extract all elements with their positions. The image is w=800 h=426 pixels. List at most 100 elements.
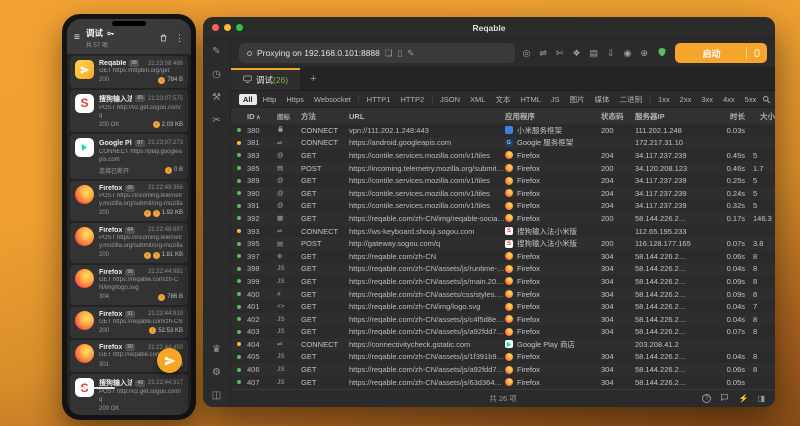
cell-size: 8 (753, 289, 758, 299)
certificate-icon[interactable] (657, 47, 667, 59)
copy-icon[interactable]: ❏ (385, 48, 393, 59)
filter-html[interactable]: HTML (516, 94, 544, 105)
filter-文本[interactable]: 文本 (491, 93, 514, 106)
kebab-menu-icon[interactable]: ⋮ (175, 33, 184, 44)
table-row[interactable]: 395 ▤ POST http://gateway.sogou.com/q S 搜狗输入法… (231, 237, 775, 250)
filter-json[interactable]: JSON (436, 94, 464, 105)
column-header-method[interactable]: 方法 (301, 111, 349, 122)
list-item[interactable]: Reqable 98 21:23:08:486 GET https://httpbin… (70, 56, 188, 88)
column-header-dur[interactable]: 时长 (709, 111, 749, 122)
device-icon[interactable] (747, 48, 767, 58)
cell-status: 204 (601, 188, 614, 198)
debug-icon[interactable]: ✎ (212, 47, 220, 57)
filter-http2[interactable]: HTTP2 (396, 94, 428, 105)
start-button[interactable]: 启动 (675, 43, 767, 63)
send-fab-button[interactable] (157, 348, 182, 373)
filter-图片[interactable]: 图片 (566, 93, 589, 106)
filter-3xx[interactable]: 3xx (697, 94, 717, 105)
table-row[interactable]: 385 ▤ POST https://incoming.telemetry.mozil… (231, 161, 775, 175)
item-count-badge: 65 (125, 184, 135, 192)
hash-icon: # (277, 290, 281, 298)
connect-icon[interactable]: ⇌ (539, 48, 547, 58)
column-header-app[interactable]: 应用程序 (505, 111, 601, 122)
record-icon[interactable]: ◉ (624, 48, 632, 58)
filter-5xx[interactable]: 5xx (741, 94, 761, 105)
table-row[interactable]: 398 JS GET https://reqable.com/zh-CN/assets… (231, 262, 775, 276)
phone-icon[interactable]: ▯ (398, 48, 403, 59)
phone-title-block: 调试 共 57 项 (86, 27, 153, 49)
cell-server-ip: 58.144.226.2… (635, 264, 687, 274)
history-icon[interactable]: ◷ (212, 70, 221, 80)
edit-icon[interactable]: ✎ (407, 48, 414, 59)
filter-websocket[interactable]: Websocket (310, 94, 355, 105)
reqable-app-icon (75, 60, 94, 79)
column-header-id[interactable]: ID ∧ (247, 112, 277, 121)
column-header-status[interactable]: 状态码 (601, 111, 635, 122)
list-item[interactable]: Firefox 51 21:22:44:819 GET https://reqable… (70, 306, 188, 339)
crown-icon[interactable]: ♛ (212, 345, 221, 355)
table-row[interactable]: 405 JS GET https://reqable.com/zh-CN/assets… (231, 351, 775, 364)
download-icon[interactable]: ⇩ (607, 48, 615, 58)
table-row[interactable]: 403 JS GET https://reqable.com/zh-CN/assets… (231, 326, 775, 339)
settings-icon[interactable]: ⚙ (212, 368, 221, 378)
row-state (231, 342, 247, 347)
column-header-url[interactable]: URL (349, 112, 505, 121)
table-row[interactable]: 401 <> GET https://reqable.com/zh-CN/img/lo… (231, 300, 775, 313)
search-icon[interactable] (762, 95, 771, 104)
table-row[interactable]: 402 JS GET https://reqable.com/zh-CN/assets… (231, 312, 775, 326)
script-icon[interactable]: ▤ (590, 48, 599, 58)
scissors-icon[interactable]: ✂ (212, 116, 220, 126)
table-row[interactable]: 380 CONNECT vpn://111.202.1.248:443 小米服务框架 2… (231, 124, 775, 137)
proxy-address-chip[interactable]: Proxying on 192.168.0.101:8888 ❏ ▯ ✎ (239, 43, 515, 63)
cell-duration: 0.09s (726, 276, 745, 286)
filter-4xx[interactable]: 4xx (719, 94, 739, 105)
trash-icon[interactable] (159, 33, 168, 43)
table-row[interactable]: 407 JS GET https://reqable.com/zh-CN/assets… (231, 376, 775, 389)
crop-icon[interactable]: ✄ (556, 48, 564, 58)
table-row[interactable]: 406 JS GET https://reqable.com/zh-CN/assets… (231, 363, 775, 376)
panel-icon[interactable]: ◫ (212, 391, 221, 401)
column-header-size[interactable]: 大小 (749, 111, 775, 122)
list-item[interactable]: Firefox 65 21:22:49:366 POST https://incomi… (70, 180, 188, 221)
list-item[interactable]: S搜狗输入法小米版4921:22:44:317POST http://v2.ge… (70, 374, 188, 415)
table-row[interactable]: 399 JS GET https://reqable.com/zh-CN/assets… (231, 275, 775, 288)
table-row[interactable]: 381 ⇌ CONNECT https://android.googleapis.co… (231, 136, 775, 150)
handshake-icon: ⇌ (277, 228, 283, 236)
table-row[interactable]: 383 @ GET https://contile.services.mozilla.… (231, 149, 775, 162)
table-row[interactable]: 400 # GET https://reqable.com/zh-CN/assets/… (231, 287, 775, 301)
column-header-ip[interactable]: 服务器IP (635, 111, 709, 122)
table-row[interactable]: 404 ⇌ CONNECT https://connectivitycheck.gst… (231, 338, 775, 351)
filter-http1[interactable]: HTTP1 (363, 94, 395, 105)
filter-js[interactable]: JS (547, 94, 564, 105)
table-row[interactable]: 391 @ GET https://contile.services.mozilla.… (231, 200, 775, 213)
filter-https[interactable]: Https (282, 94, 308, 105)
table-row[interactable]: 392 ▦ GET https://reqable.com/zh-CN/img/req… (231, 212, 775, 225)
filter-二进制[interactable]: 二进制 (616, 93, 647, 106)
filter-2xx[interactable]: 2xx (676, 94, 696, 105)
filter-all[interactable]: All (239, 93, 257, 105)
menu-icon[interactable]: ≡ (74, 33, 80, 43)
filter-http[interactable]: Http (259, 94, 281, 105)
table-row[interactable]: 397 ⊕ GET https://reqable.com/zh-CN Firefox 3… (231, 250, 775, 263)
list-item[interactable]: S 搜狗输入法小米版8921:23:07:575 POST http://v2.ge… (70, 89, 188, 133)
list-item[interactable]: Firefox 64 21:22:48:697 POST https://incomi… (70, 222, 188, 263)
new-tab-button[interactable]: + (300, 73, 326, 85)
list-item[interactable]: Google Play 商店8721:23:07:273 CONNECT http… (70, 134, 188, 179)
filter-1xx[interactable]: 1xx (654, 94, 674, 105)
filter-xml[interactable]: XML (466, 94, 489, 105)
filter-媒体[interactable]: 媒体 (591, 93, 614, 106)
column-header-icon[interactable]: 图标 (277, 111, 301, 121)
cell-id: 395 (247, 239, 260, 249)
cell-app-name: Firefox (517, 264, 540, 274)
table-row[interactable]: 390 @ GET https://contile.services.mozilla.… (231, 186, 775, 200)
network-icon[interactable]: ⊕ (640, 48, 648, 58)
table-row[interactable]: 389 @ GET https://contile.services.mozilla.… (231, 174, 775, 187)
toolbox-icon[interactable]: ⚒ (212, 93, 221, 103)
table-row[interactable]: 393 ⇌ CONNECT https://ws-keyboard.shouji.so… (231, 225, 775, 238)
state-dot-green (237, 178, 241, 183)
list-item[interactable]: Firefox 56 21:22:44:981 GET https://reqable… (70, 264, 188, 305)
api-icon[interactable]: ◎ (523, 48, 531, 58)
widget-icon[interactable]: ❖ (572, 48, 580, 58)
coin-icon: ↓ (164, 166, 172, 174)
tab-debug[interactable]: 调试(26) (231, 68, 301, 90)
